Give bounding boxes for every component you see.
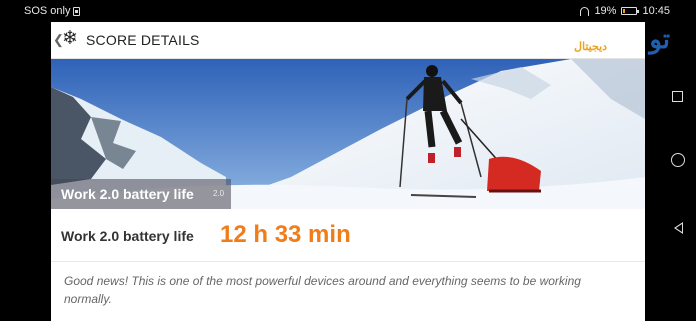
result-value: 12 h 33 min	[220, 221, 351, 248]
recents-icon[interactable]	[672, 91, 683, 102]
hero-title: Work 2.0 battery life	[61, 186, 194, 202]
result-message: Good news! This is one of the most power…	[64, 274, 581, 306]
hero-caption: Work 2.0 battery life 2.0	[51, 179, 231, 209]
result-label: Work 2.0 battery life	[61, 228, 194, 244]
battery-percent: 19%	[594, 5, 617, 17]
logo-subtext: دیجیتال	[574, 41, 608, 53]
sim-icon	[73, 6, 81, 16]
app-bar: ❮ ❄ SCORE DETAILS	[51, 22, 645, 59]
hero-version: 2.0	[213, 189, 225, 198]
hero-banner: Work 2.0 battery life 2.0	[51, 59, 645, 209]
battery-icon	[621, 7, 640, 15]
home-icon[interactable]	[671, 153, 685, 167]
app-screen: ❮ ❄ SCORE DETAILS Work 2.0 battery life …	[51, 22, 645, 321]
carrier-text: SOS only	[24, 5, 71, 17]
page-title: SCORE DETAILS	[86, 32, 200, 48]
back-icon[interactable]	[674, 222, 683, 234]
status-bar: SOS only 19% 10:45	[0, 0, 696, 22]
result-row: Work 2.0 battery life 12 h 33 min	[51, 209, 645, 262]
status-left: SOS only	[24, 5, 81, 17]
headphone-icon	[580, 6, 590, 16]
snowflake-icon: ❄	[62, 28, 78, 49]
